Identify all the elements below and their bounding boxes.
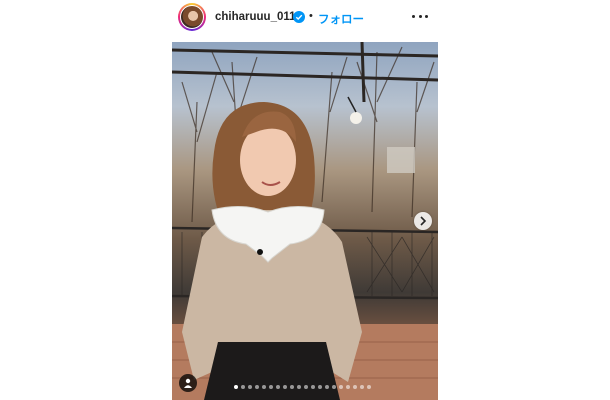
carousel-indicator	[234, 385, 371, 389]
photo-illustration	[172, 42, 438, 400]
carousel-dot	[255, 385, 259, 389]
carousel-dot	[269, 385, 273, 389]
carousel-dot	[283, 385, 287, 389]
post-header: chiharuuu_0114 • フォロー	[172, 0, 436, 36]
carousel-dot	[297, 385, 301, 389]
carousel-dot	[339, 385, 343, 389]
more-options-icon[interactable]	[412, 10, 428, 22]
post-photo[interactable]	[172, 42, 438, 400]
username-link[interactable]: chiharuuu_0114	[215, 11, 302, 23]
profile-avatar[interactable]	[178, 3, 206, 31]
avatar-image	[180, 5, 204, 29]
carousel-dot	[262, 385, 266, 389]
carousel-dot	[276, 385, 280, 389]
carousel-dot	[332, 385, 336, 389]
carousel-dot	[241, 385, 245, 389]
carousel-dot	[360, 385, 364, 389]
carousel-dot	[248, 385, 252, 389]
follow-button[interactable]: フォロー	[318, 11, 364, 27]
carousel-dot	[290, 385, 294, 389]
carousel-dot	[353, 385, 357, 389]
chevron-right-icon	[420, 216, 427, 226]
carousel-dot	[234, 385, 238, 389]
carousel-dot	[311, 385, 315, 389]
user-tag-icon	[184, 378, 192, 388]
carousel-dot	[367, 385, 371, 389]
separator-dot: •	[309, 10, 313, 22]
carousel-dot	[346, 385, 350, 389]
carousel-dot	[304, 385, 308, 389]
carousel-dot	[325, 385, 329, 389]
carousel-next-button[interactable]	[414, 212, 432, 230]
verified-badge-icon	[293, 11, 305, 23]
carousel-dot	[318, 385, 322, 389]
tagged-users-button[interactable]	[179, 374, 197, 392]
